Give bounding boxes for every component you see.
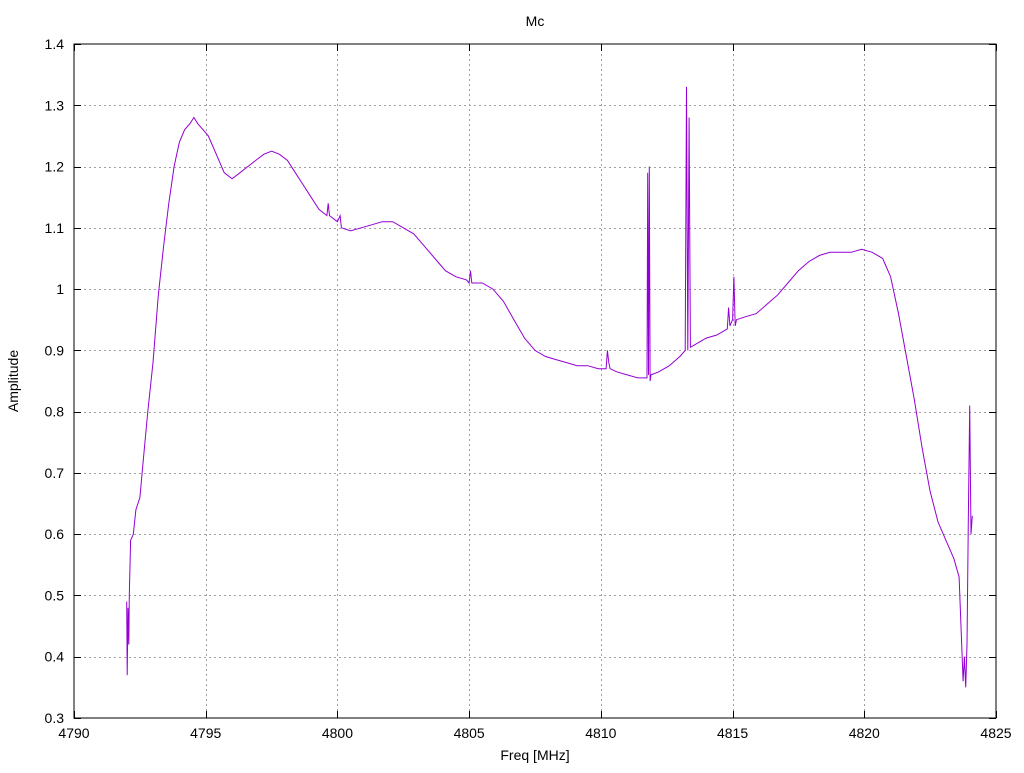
y-tick-label: 1.4 <box>45 36 65 52</box>
y-tick-label: 0.5 <box>45 587 65 603</box>
x-tick-label: 4810 <box>585 725 616 741</box>
x-axis-tick-labels: 4790 4795 4800 4805 4810 4815 4820 4825 <box>58 725 1011 741</box>
y-tick-label: 1.2 <box>45 159 65 175</box>
x-tick-label: 4795 <box>190 725 221 741</box>
x-tick-label: 4815 <box>717 725 748 741</box>
x-tick-label: 4820 <box>849 725 880 741</box>
y-tick-label: 0.6 <box>45 526 65 542</box>
series-layer <box>126 86 973 688</box>
x-tick-label: 4790 <box>58 725 89 741</box>
y-tick-label: 0.7 <box>45 465 65 481</box>
y-tick-label: 1 <box>56 281 64 297</box>
x-tick-label: 4805 <box>454 725 485 741</box>
y-tick-label: 0.4 <box>45 649 65 665</box>
chart-container: 4790 4795 4800 4805 4810 4815 4820 4825 0.3 0.4 0… <box>0 0 1024 768</box>
y-axis-tick-labels: 0.3 0.4 0.5 0.6 0.7 0.8 0.9 1 1.1 1.2 1.3 1.4 <box>45 36 65 726</box>
y-tick-label: 0.3 <box>45 710 65 726</box>
y-tick-label: 1.1 <box>45 220 65 236</box>
chart-title: Mc <box>526 13 545 29</box>
x-tick-label: 4800 <box>322 725 353 741</box>
line-chart: 4790 4795 4800 4805 4810 4815 4820 4825 0.30.40… <box>5 13 1012 763</box>
x-axis-label: Freq [MHz] <box>500 747 569 763</box>
y-tick-label: 0.9 <box>45 342 65 358</box>
y-axis-label: Amplitude <box>5 350 21 412</box>
y-tick-label: 1.3 <box>45 97 65 113</box>
series-line-0 <box>126 86 973 688</box>
y-tick-label: 0.8 <box>45 404 65 420</box>
x-tick-label: 4825 <box>980 725 1011 741</box>
